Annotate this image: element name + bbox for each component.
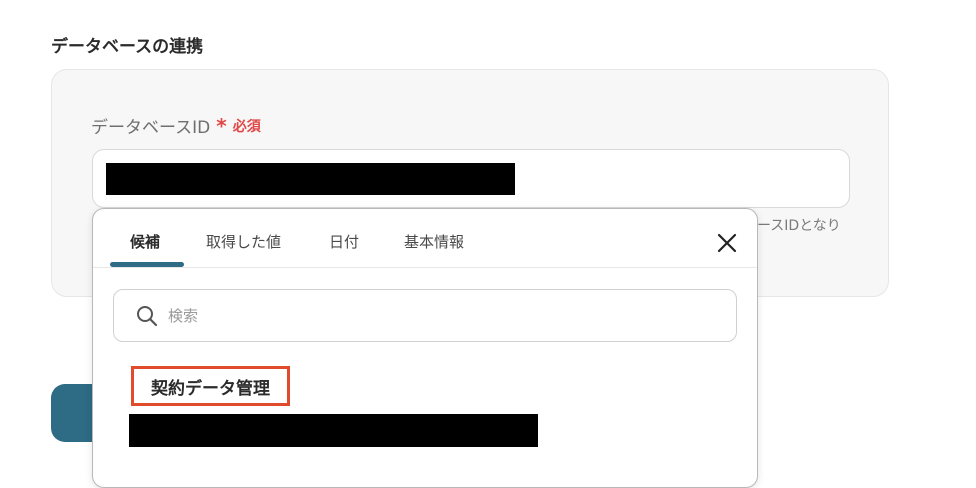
section-title: データベースの連携 <box>51 37 204 57</box>
search-box[interactable] <box>113 289 737 342</box>
redacted-input-value <box>106 163 515 195</box>
active-tab-indicator <box>110 262 184 267</box>
close-button[interactable] <box>713 229 741 257</box>
redacted-result-id <box>129 414 538 447</box>
required-badge: 必須 <box>232 118 261 135</box>
required-asterisk: * <box>216 113 227 138</box>
search-input[interactable] <box>166 305 710 326</box>
close-icon <box>717 233 737 253</box>
helper-text: ースIDとなり <box>757 218 841 234</box>
result-item-title: 契約データ管理 <box>151 378 270 399</box>
tab-candidates[interactable]: 候補 <box>130 231 160 252</box>
database-id-label: データベースID <box>91 118 211 138</box>
search-icon <box>137 305 158 326</box>
database-id-input[interactable] <box>92 149 850 208</box>
candidate-popup: 候補 取得した値 日付 基本情報 契約データ管理 <box>92 208 758 488</box>
tab-date[interactable]: 日付 <box>329 231 359 252</box>
result-item-highlight[interactable]: 契約データ管理 <box>131 366 290 406</box>
tab-basic-info[interactable]: 基本情報 <box>404 231 464 252</box>
tab-acquired-values[interactable]: 取得した値 <box>206 231 281 252</box>
field-label: データベースID * 必須 <box>91 113 261 139</box>
popup-tabs: 候補 取得した値 日付 基本情報 <box>93 209 757 268</box>
